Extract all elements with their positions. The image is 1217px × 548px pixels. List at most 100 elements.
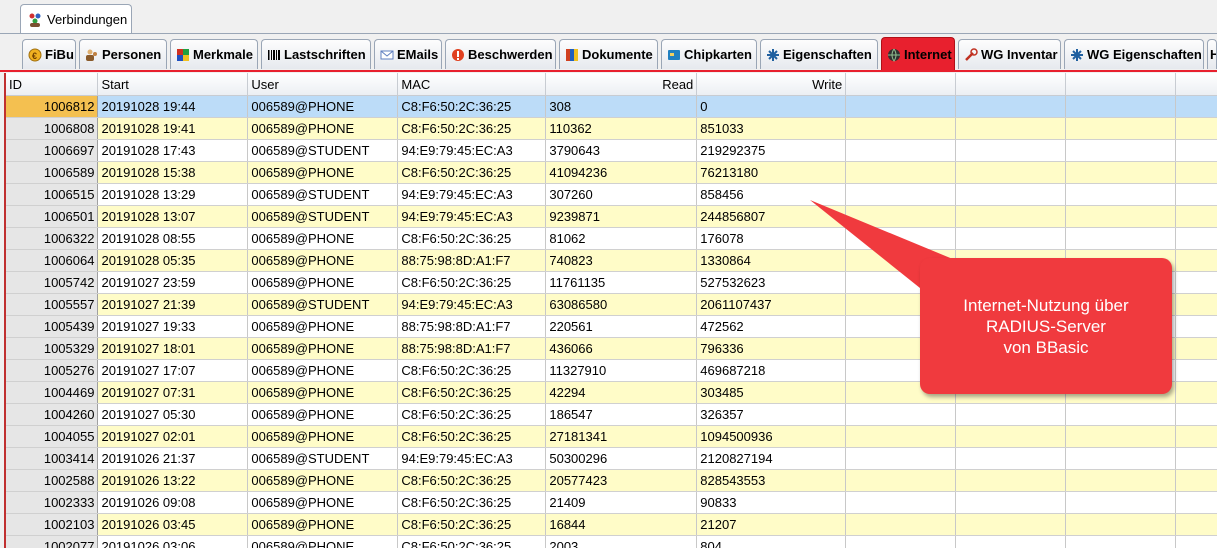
cell-write[interactable]: 303485 xyxy=(696,381,847,404)
cell-mac[interactable]: C8:F6:50:2C:36:25 xyxy=(397,117,547,140)
cell-read[interactable]: 2003 xyxy=(545,535,698,548)
table-row[interactable]: 1006697 20191028 17:43 006589@STUDENT 94:E9… xyxy=(6,139,1217,162)
cell-mac[interactable]: 88:75:98:8D:A1:F7 xyxy=(397,249,547,272)
cell-mac[interactable]: 94:E9:79:45:EC:A3 xyxy=(397,205,547,228)
cell-mac[interactable]: 94:E9:79:45:EC:A3 xyxy=(397,293,547,316)
cell-user[interactable]: 006589@PHONE xyxy=(247,425,399,448)
cell-empty[interactable] xyxy=(1065,227,1176,250)
cell-read[interactable]: 81062 xyxy=(545,227,698,250)
cell-mac[interactable]: 94:E9:79:45:EC:A3 xyxy=(397,183,547,206)
cell-write[interactable]: 2120827194 xyxy=(696,447,847,470)
cell-empty[interactable] xyxy=(845,205,957,228)
cell-user[interactable]: 006589@STUDENT xyxy=(247,293,399,316)
cell-start[interactable]: 20191027 19:33 xyxy=(97,315,249,338)
cell-empty[interactable] xyxy=(1065,491,1176,514)
cell-empty[interactable] xyxy=(1065,535,1176,548)
cell-start[interactable]: 20191026 13:22 xyxy=(97,469,249,492)
cell-start[interactable]: 20191028 15:38 xyxy=(97,161,249,184)
cell-user[interactable]: 006589@PHONE xyxy=(247,403,399,426)
cell-id[interactable]: 1006589 xyxy=(6,161,99,184)
table-row[interactable]: 1002103 20191026 03:45 006589@PHONE C8:F6:5… xyxy=(6,513,1217,536)
table-row[interactable]: 1006589 20191028 15:38 006589@PHONE C8:F6:5… xyxy=(6,161,1217,184)
cell-read[interactable]: 110362 xyxy=(545,117,698,140)
cell-write[interactable]: 796336 xyxy=(696,337,847,360)
cell-start[interactable]: 20191027 18:01 xyxy=(97,337,249,360)
cell-empty[interactable] xyxy=(1175,425,1217,448)
cell-user[interactable]: 006589@PHONE xyxy=(247,491,399,514)
cell-write[interactable]: 527532623 xyxy=(696,271,847,294)
cell-write[interactable]: 828543553 xyxy=(696,469,847,492)
cell-user[interactable]: 006589@STUDENT xyxy=(247,183,399,206)
column-header-read[interactable]: Read xyxy=(545,73,698,96)
cell-user[interactable]: 006589@PHONE xyxy=(247,161,399,184)
cell-mac[interactable]: C8:F6:50:2C:36:25 xyxy=(397,513,547,536)
cell-empty[interactable] xyxy=(845,139,957,162)
cell-empty[interactable] xyxy=(1175,293,1217,316)
cell-mac[interactable]: C8:F6:50:2C:36:25 xyxy=(397,227,547,250)
cell-read[interactable]: 41094236 xyxy=(545,161,698,184)
cell-start[interactable]: 20191028 17:43 xyxy=(97,139,249,162)
cell-read[interactable]: 50300296 xyxy=(545,447,698,470)
cell-mac[interactable]: C8:F6:50:2C:36:25 xyxy=(397,359,547,382)
cell-empty[interactable] xyxy=(1175,403,1217,426)
cell-empty[interactable] xyxy=(1175,205,1217,228)
cell-user[interactable]: 006589@PHONE xyxy=(247,513,399,536)
cell-empty[interactable] xyxy=(845,535,957,548)
cell-start[interactable]: 20191028 13:07 xyxy=(97,205,249,228)
cell-read[interactable]: 27181341 xyxy=(545,425,698,448)
cell-read[interactable]: 220561 xyxy=(545,315,698,338)
cell-empty[interactable] xyxy=(1175,271,1217,294)
tab-fibu[interactable]: € FiBu xyxy=(22,39,76,69)
cell-start[interactable]: 20191028 19:44 xyxy=(97,95,249,118)
cell-empty[interactable] xyxy=(955,447,1067,470)
cell-empty[interactable] xyxy=(955,205,1067,228)
cell-read[interactable]: 42294 xyxy=(545,381,698,404)
cell-write[interactable]: 219292375 xyxy=(696,139,847,162)
cell-start[interactable]: 20191027 02:01 xyxy=(97,425,249,448)
tab-internet[interactable]: Internet xyxy=(881,37,955,71)
cell-id[interactable]: 1002103 xyxy=(6,513,99,536)
cell-empty[interactable] xyxy=(1175,535,1217,548)
cell-empty[interactable] xyxy=(1065,117,1176,140)
column-header-empty[interactable] xyxy=(955,73,1067,96)
cell-write[interactable]: 76213180 xyxy=(696,161,847,184)
cell-user[interactable]: 006589@PHONE xyxy=(247,337,399,360)
cell-empty[interactable] xyxy=(845,513,957,536)
tab-wg-eigenschaften[interactable]: WG Eigenschaften xyxy=(1064,39,1204,69)
cell-write[interactable]: 326357 xyxy=(696,403,847,426)
cell-id[interactable]: 1005329 xyxy=(6,337,99,360)
cell-write[interactable]: 472562 xyxy=(696,315,847,338)
cell-read[interactable]: 308 xyxy=(545,95,698,118)
cell-empty[interactable] xyxy=(1175,95,1217,118)
cell-empty[interactable] xyxy=(1065,183,1176,206)
cell-empty[interactable] xyxy=(1175,161,1217,184)
cell-read[interactable]: 11761135 xyxy=(545,271,698,294)
cell-empty[interactable] xyxy=(845,183,957,206)
cell-empty[interactable] xyxy=(845,227,957,250)
cell-user[interactable]: 006589@STUDENT xyxy=(247,205,399,228)
cell-start[interactable]: 20191027 05:30 xyxy=(97,403,249,426)
cell-id[interactable]: 1004469 xyxy=(6,381,99,404)
tab-beschwerden[interactable]: Beschwerden xyxy=(445,39,556,69)
cell-empty[interactable] xyxy=(955,139,1067,162)
table-row[interactable]: 1002333 20191026 09:08 006589@PHONE C8:F6:5… xyxy=(6,491,1217,514)
cell-write[interactable]: 804 xyxy=(696,535,847,548)
cell-id[interactable]: 1002333 xyxy=(6,491,99,514)
cell-write[interactable]: 851033 xyxy=(696,117,847,140)
table-row[interactable]: 1006515 20191028 13:29 006589@STUDENT 94:E9… xyxy=(6,183,1217,206)
cell-write[interactable]: 0 xyxy=(696,95,847,118)
cell-empty[interactable] xyxy=(1175,513,1217,536)
cell-mac[interactable]: C8:F6:50:2C:36:25 xyxy=(397,403,547,426)
cell-id[interactable]: 1005557 xyxy=(6,293,99,316)
tab-emails[interactable]: EMails xyxy=(374,39,442,69)
cell-start[interactable]: 20191027 17:07 xyxy=(97,359,249,382)
cell-read[interactable]: 307260 xyxy=(545,183,698,206)
cell-mac[interactable]: C8:F6:50:2C:36:25 xyxy=(397,491,547,514)
cell-start[interactable]: 20191027 21:39 xyxy=(97,293,249,316)
cell-empty[interactable] xyxy=(1065,205,1176,228)
cell-id[interactable]: 1002077 xyxy=(6,535,99,548)
cell-write[interactable]: 244856807 xyxy=(696,205,847,228)
cell-empty[interactable] xyxy=(1175,183,1217,206)
cell-id[interactable]: 1005742 xyxy=(6,271,99,294)
tab-lastschriften[interactable]: Lastschriften xyxy=(261,39,371,69)
